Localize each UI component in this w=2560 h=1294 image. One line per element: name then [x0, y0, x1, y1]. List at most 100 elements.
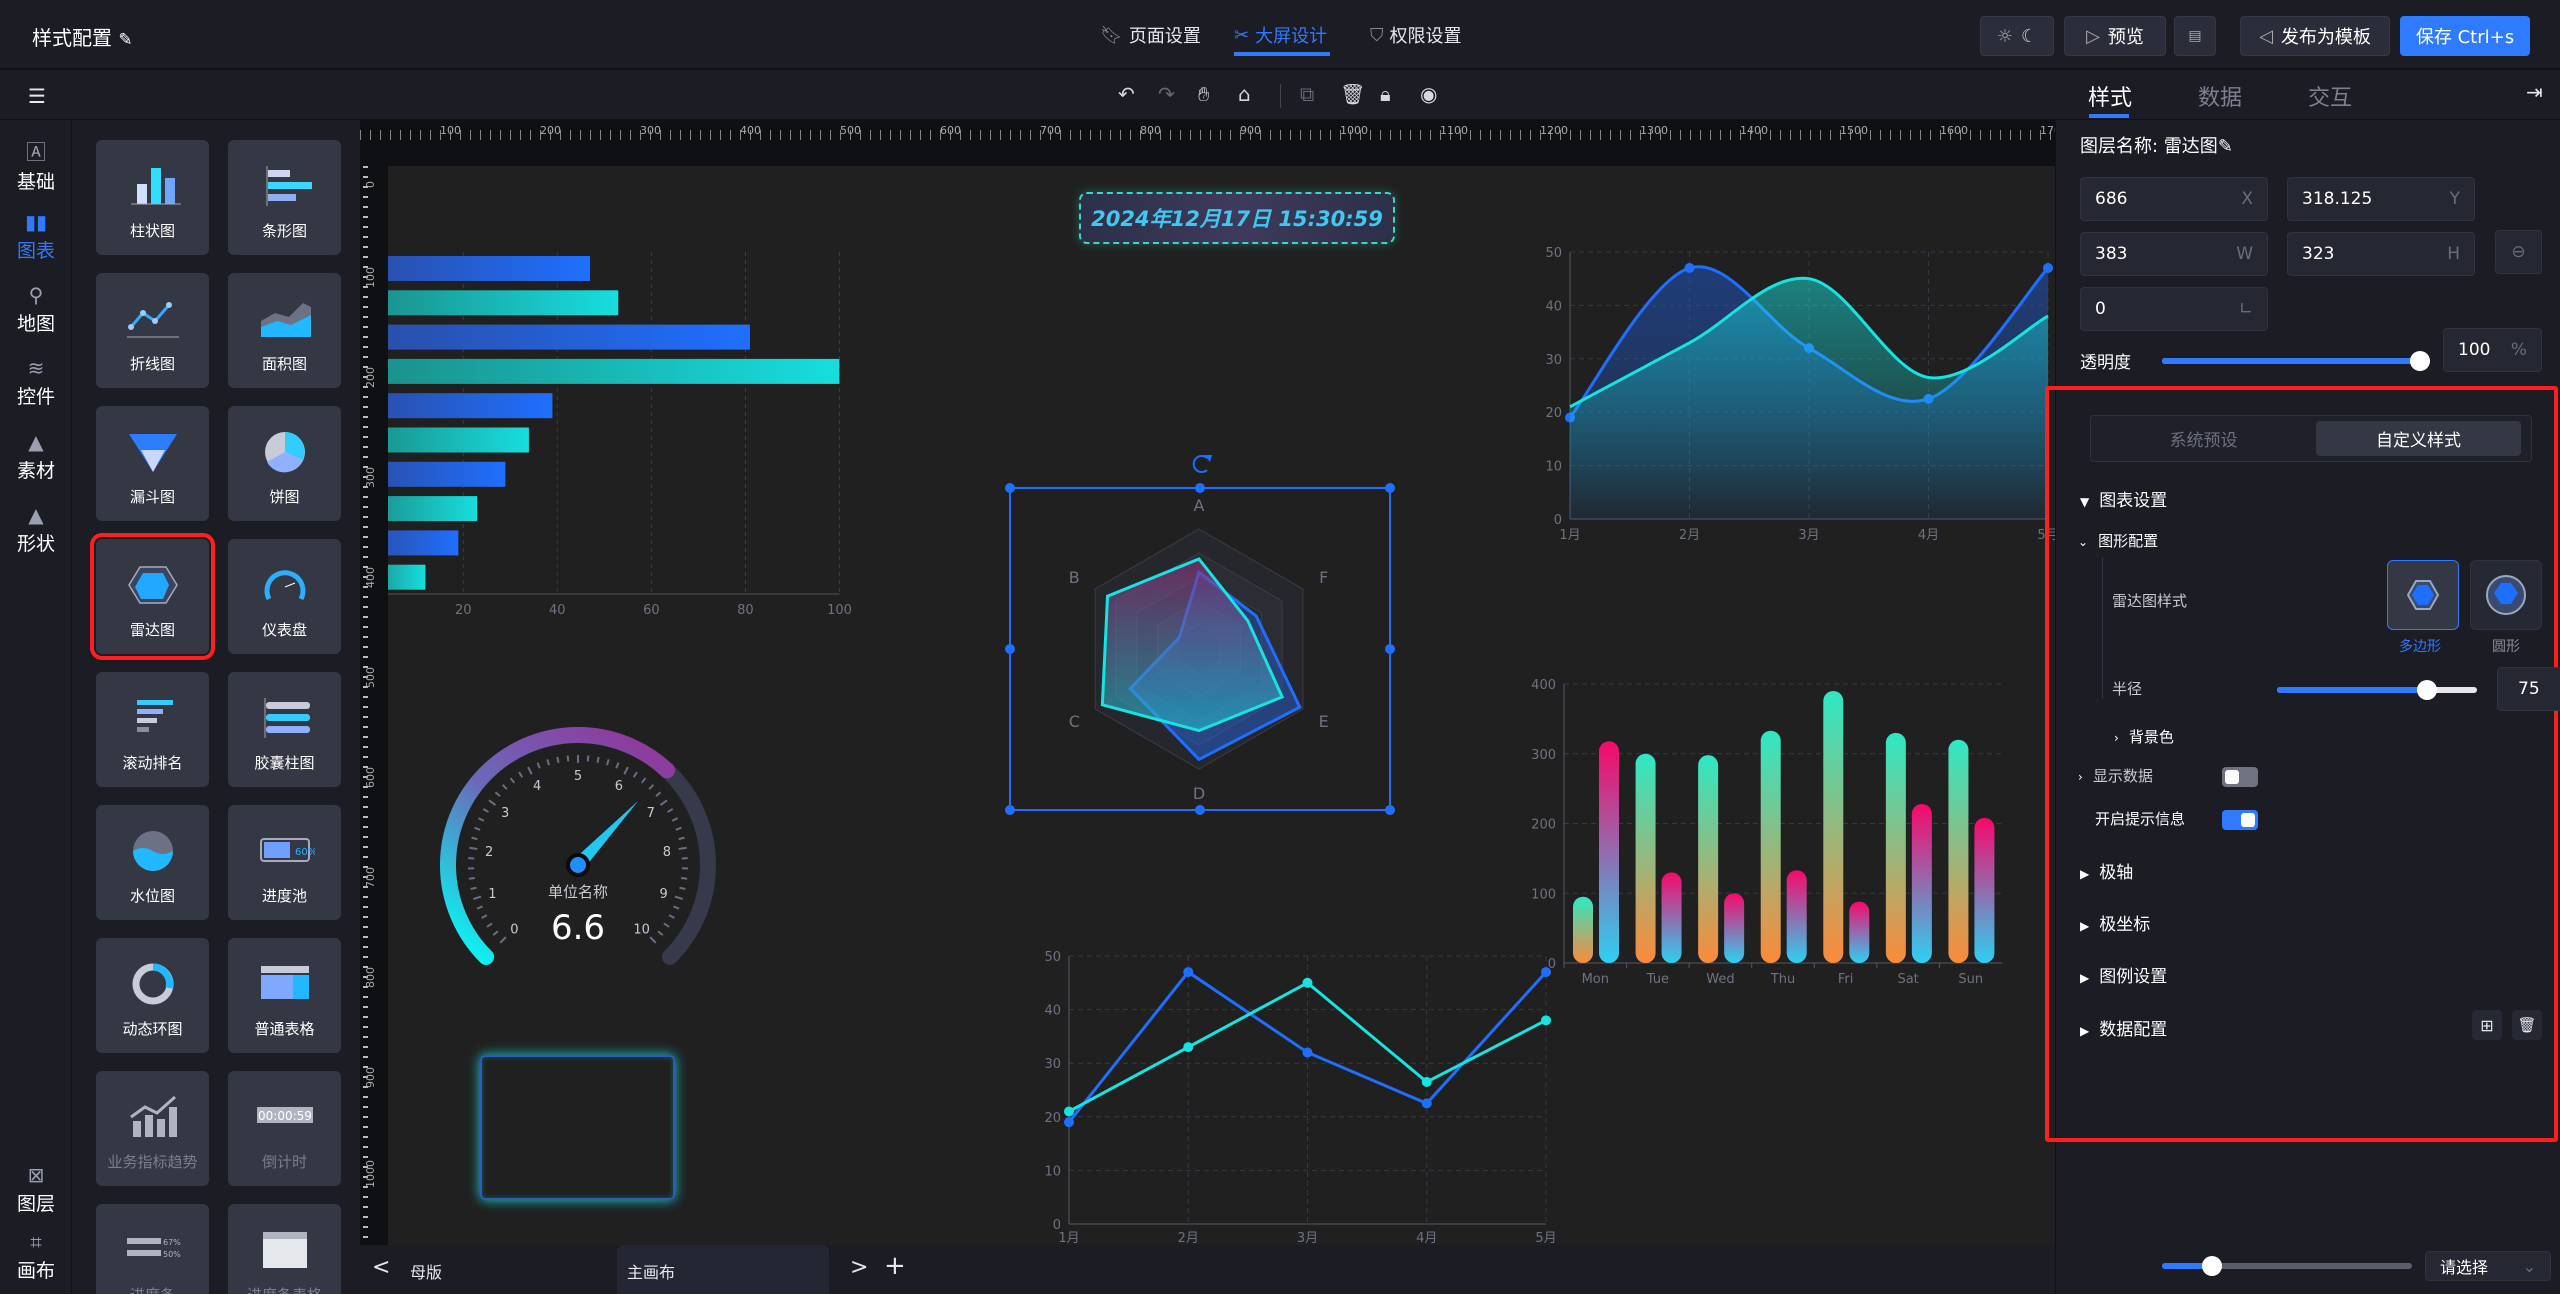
delete-icon[interactable]: 🗑︎: [1340, 82, 1365, 106]
component-card-pie[interactable]: 饼图: [228, 406, 341, 521]
component-card-trend[interactable]: 业务指标趋势: [96, 1071, 209, 1186]
gauge-tick: [536, 762, 541, 769]
copy-icon[interactable]: ⧉: [1300, 82, 1314, 106]
rail-item-layers[interactable]: ⊠ 图层: [0, 1163, 72, 1216]
ruler-tick: [510, 130, 511, 140]
section-shape-config[interactable]: ⌄ 图形配置: [2078, 530, 2158, 551]
component-card-ptable[interactable]: 进度条表格: [228, 1204, 341, 1294]
rail-item-controls[interactable]: ≋ 控件: [0, 356, 72, 409]
component-card-pool[interactable]: 60% 进度池: [228, 805, 341, 920]
radius-input[interactable]: 75: [2497, 667, 2560, 711]
hand-icon[interactable]: ✋︎: [1198, 82, 1209, 106]
preview-button[interactable]: ▷ 预览: [2064, 16, 2166, 56]
save-button[interactable]: 保存 Ctrl+s: [2400, 16, 2530, 56]
rail-item-canvas[interactable]: ⌗ 画布: [0, 1230, 72, 1283]
width-input[interactable]: 383 W: [2080, 232, 2268, 276]
ruler-tick: [363, 1136, 368, 1138]
more-button[interactable]: ▤: [2174, 16, 2216, 56]
prev-tab-button[interactable]: <: [372, 1255, 390, 1280]
component-card-bar[interactable]: 柱状图: [96, 140, 209, 255]
x-tick-label: 20: [455, 603, 472, 618]
component-card-area[interactable]: 面积图: [228, 273, 341, 388]
delete-data-button[interactable]: 🗑︎: [2512, 1010, 2542, 1040]
section-chart-settings[interactable]: ▼ 图表设置: [2080, 486, 2167, 511]
undo-icon[interactable]: ↶: [1118, 82, 1135, 106]
add-data-button[interactable]: ⊞: [2472, 1010, 2502, 1040]
canvas-zoom-slider[interactable]: [2162, 1256, 2412, 1276]
lock-icon[interactable]: 🔒︎: [1380, 82, 1391, 106]
next-tab-button[interactable]: >: [850, 1255, 868, 1280]
collapse-panel-icon[interactable]: ⇥: [2526, 80, 2543, 104]
slider-knob[interactable]: [2417, 680, 2437, 700]
y-input[interactable]: 318.125 Y: [2287, 177, 2475, 221]
radar-style-circle[interactable]: [2470, 560, 2542, 630]
tab-permissions[interactable]: ⛉ 权限设置: [1370, 22, 1462, 48]
component-card-gauge[interactable]: 仪表盘: [228, 539, 341, 654]
collapse-menu-icon[interactable]: ☰: [28, 84, 46, 108]
tab-screen-design[interactable]: ✂ 大屏设计: [1234, 22, 1327, 48]
slider-knob[interactable]: [2410, 351, 2430, 371]
section-data-config[interactable]: ▶ 数据配置: [2080, 1015, 2167, 1040]
show-data-toggle[interactable]: [2222, 767, 2258, 787]
shield-icon: ⛉: [1370, 24, 1384, 46]
component-card-countdown[interactable]: 00:00:59 倒计时: [228, 1071, 341, 1186]
rotation-input[interactable]: 0 ∟: [2080, 287, 2268, 331]
clear-icon[interactable]: ⌂: [1238, 82, 1251, 106]
rail-item-materials[interactable]: ▲ 素材: [0, 430, 72, 483]
component-card-hbar[interactable]: 条形图: [228, 140, 341, 255]
rail-item-charts[interactable]: ▮▮ 图表: [0, 210, 72, 263]
zoom-select[interactable]: 请选择 ⌄: [2425, 1251, 2551, 1281]
mode-system-preset[interactable]: 系统预设: [2091, 416, 2316, 461]
component-card-progress[interactable]: 67%50%进度条: [96, 1204, 209, 1294]
component-card-table[interactable]: 普通表格: [228, 938, 341, 1053]
component-card-rank[interactable]: 滚动排名: [96, 672, 209, 787]
rail-item-basic[interactable]: 🄰 基础: [0, 136, 72, 194]
x-input[interactable]: 686 X: [2080, 177, 2268, 221]
slider-knob[interactable]: [2202, 1256, 2222, 1276]
gauge-tick: [546, 759, 550, 766]
tab-label: 页面设置: [1128, 26, 1201, 47]
ruler-tick: [363, 456, 368, 458]
section-bg-color[interactable]: › 背景色: [2114, 726, 2174, 747]
component-card-ring[interactable]: 动态环图: [96, 938, 209, 1053]
opacity-slider[interactable]: [2162, 351, 2430, 371]
redo-icon[interactable]: ↷: [1158, 82, 1175, 106]
tooltip-toggle[interactable]: [2222, 810, 2258, 830]
component-card-capsule[interactable]: 胶囊柱图: [228, 672, 341, 787]
tab-interaction[interactable]: 交互: [2308, 80, 2352, 112]
section-legend[interactable]: ▶ 图例设置: [2080, 962, 2167, 987]
design-canvas[interactable]: 2024年12月17日 15:30:59 20 40 60 80 100 A F E D C B 0 1…: [388, 166, 2055, 1245]
tab-page-settings[interactable]: 🔖︎ 页面设置: [1100, 22, 1201, 48]
tab-main-canvas[interactable]: 主画布: [617, 1245, 829, 1294]
mode-custom-style[interactable]: 自定义样式: [2316, 421, 2521, 456]
section-polar-coord[interactable]: ▶ 极坐标: [2080, 910, 2150, 935]
gauge-tick: [481, 914, 488, 919]
eye-icon[interactable]: ◉: [1420, 82, 1437, 106]
pencil-icon[interactable]: ✎: [2218, 136, 2233, 157]
gauge-tick: [478, 817, 485, 822]
publish-template-button[interactable]: ◁ 发布为模板: [2240, 16, 2390, 56]
pencil-icon[interactable]: ✎: [118, 30, 132, 50]
opacity-input[interactable]: 100%: [2443, 328, 2542, 372]
theme-toggle[interactable]: ☼ ☾: [1980, 16, 2054, 56]
height-input[interactable]: 323 H: [2287, 232, 2475, 276]
component-label: 面积图: [261, 355, 307, 373]
section-show-data[interactable]: › 显示数据: [2078, 765, 2153, 786]
component-card-radar[interactable]: 雷达图: [90, 533, 215, 660]
tab-master[interactable]: 母版: [410, 1259, 442, 1283]
radar-style-polygon[interactable]: [2387, 560, 2459, 630]
section-polar-axis[interactable]: ▶ 极轴: [2080, 858, 2133, 883]
tab-style[interactable]: 样式: [2088, 80, 2132, 112]
component-card-funnel[interactable]: 漏斗图: [96, 406, 209, 521]
add-tab-button[interactable]: +: [884, 1251, 906, 1281]
component-card-line[interactable]: 折线图: [96, 273, 209, 388]
rail-item-shapes[interactable]: ▲ 形状: [0, 503, 72, 556]
bar-chart-icon: ▮▮: [24, 210, 47, 234]
component-card-water[interactable]: 水位图: [96, 805, 209, 920]
ruler-tick: [363, 736, 368, 738]
x-tick-label: Fri: [1838, 972, 1854, 987]
rail-item-map[interactable]: ⚲ 地图: [0, 283, 72, 336]
aspect-lock-button[interactable]: ⊖: [2495, 230, 2542, 274]
tab-data[interactable]: 数据: [2198, 80, 2242, 112]
radius-slider[interactable]: [2277, 680, 2477, 700]
